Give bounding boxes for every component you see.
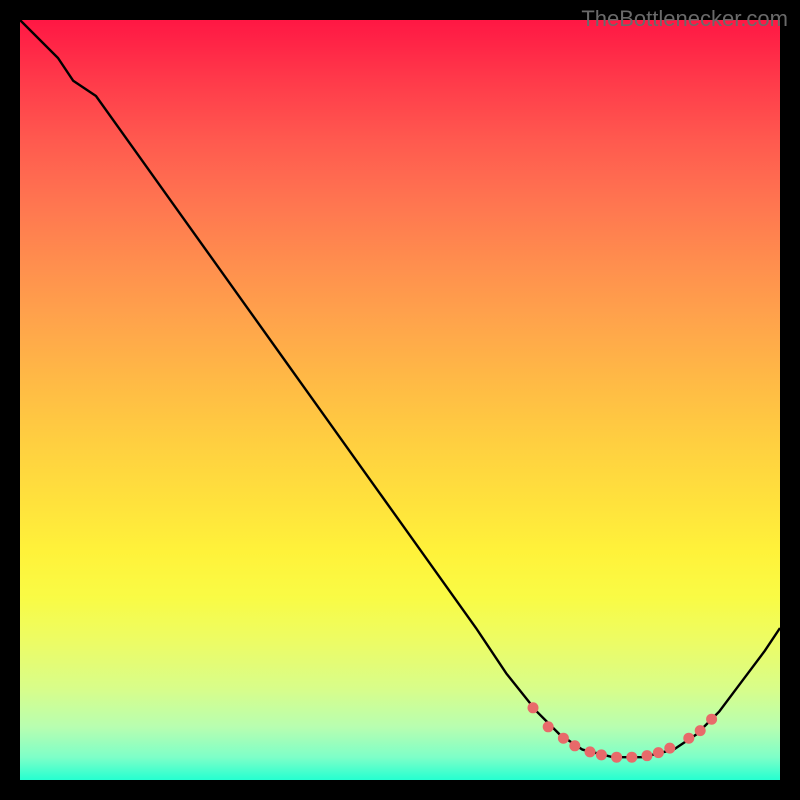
chart-plot-area — [20, 20, 780, 780]
chart-marker — [611, 752, 622, 763]
chart-marker — [642, 750, 653, 761]
watermark-label: TheBottlenecker.com — [581, 6, 788, 32]
chart-marker — [706, 714, 717, 725]
chart-svg — [20, 20, 780, 780]
chart-marker — [664, 743, 675, 754]
chart-marker — [528, 702, 539, 713]
chart-marker — [569, 740, 580, 751]
chart-marker — [695, 725, 706, 736]
chart-marker — [626, 752, 637, 763]
chart-markers — [528, 702, 718, 762]
chart-marker — [596, 749, 607, 760]
chart-marker — [683, 733, 694, 744]
chart-line — [20, 20, 780, 757]
chart-marker — [653, 747, 664, 758]
chart-marker — [585, 746, 596, 757]
chart-marker — [543, 721, 554, 732]
chart-marker — [558, 733, 569, 744]
